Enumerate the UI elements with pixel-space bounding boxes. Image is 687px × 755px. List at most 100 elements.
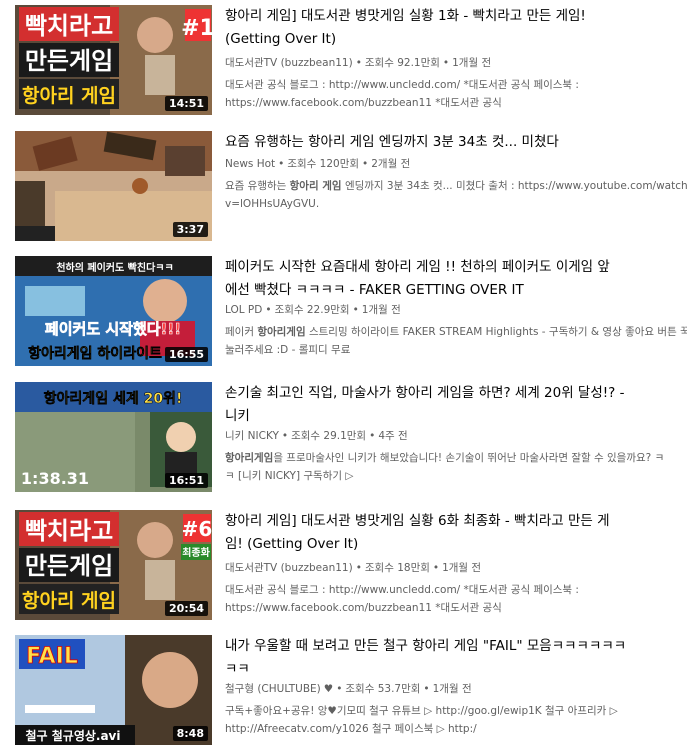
video-thumbnail[interactable]: 항아리게임 세계 20위! 1:38.31 16:51 (15, 382, 212, 492)
channel-name[interactable]: LOL PD (225, 304, 262, 316)
view-count: 조회수 120만회 (287, 158, 360, 170)
video-title-line-2[interactable]: ㅋㅋ (225, 661, 250, 677)
description-highlight: 항아리게임 (225, 452, 274, 464)
meta-separator: • (442, 57, 450, 69)
video-result-item[interactable]: 3:37 요즘 유행하는 항아리 게임 엔딩까지 3분 34초 컷... 미쳤다… (0, 131, 687, 243)
channel-name[interactable]: 철구형 (CHULTUBE) (225, 683, 321, 695)
view-count: 조회수 92.1만회 (364, 57, 440, 69)
channel-name[interactable]: 대도서관TV (buzzbean11) (225, 562, 353, 574)
thumb-text-1: 페이커도 시작했다!!! (45, 320, 181, 338)
description-line-2: https://www.facebook.com/buzzbean11 *대도서… (225, 97, 502, 109)
video-results-list: 빡치라고 만든게임 항아리 게임 #1 14:51 항아리 게임] 대도서관 병… (0, 0, 687, 755)
video-thumbnail[interactable]: 천하의 페이커도 빡친다ㅋㅋ 페이커도 시작했다!!! 항아리게임 하이라이트 … (15, 256, 212, 366)
description-line-2: 눌러주세요 :D - 롤피디 무료 (225, 344, 351, 356)
video-description: 항아리게임을 프로마술사인 니키가 해보았습니다! 손기술이 뛰어난 마술사라면… (225, 449, 687, 485)
video-title-line-1[interactable]: 손기술 최고인 직업, 마술사가 항아리 게임을 하면? 세계 20위 달성!?… (225, 385, 625, 401)
thumb-text-2: 만든게임 (25, 552, 113, 580)
video-result-item[interactable]: 천하의 페이커도 빡친다ㅋㅋ 페이커도 시작했다!!! 항아리게임 하이라이트 … (0, 256, 687, 368)
description-text: 요즘 유행하는 (225, 180, 290, 192)
thumb-text-3: 항아리 게임 (22, 85, 116, 107)
video-duration: 16:55 (164, 347, 208, 362)
video-title[interactable]: 페이커도 시작한 요즘대세 항아리 게임 !! 천하의 페이커도 이게임 앞 에… (225, 256, 687, 302)
video-result-item[interactable]: 빡치라고 만든게임 항아리 게임 #6 최종화 20:54 항아리 게임] 대도… (0, 510, 687, 622)
video-description: 구독+좋아요+공유! 앙♥기모띠 철구 유튜브 ▷ http://goo.gl/… (225, 702, 687, 738)
thumb-text-1: FAIL (26, 644, 78, 669)
video-result-item[interactable]: FAIL 철구 철규영상.avi 8:48 내가 우울할 때 보려고 만든 철구… (0, 635, 687, 747)
video-duration: 8:48 (172, 726, 208, 741)
video-info: 항아리 게임] 대도서관 병맛게임 실황 1화 - 빡치라고 만든 게임! (G… (225, 5, 687, 112)
video-info: 내가 우울할 때 보려고 만든 철구 항아리 게임 "FAIL" 모음ㅋㅋㅋㅋㅋ… (225, 635, 687, 738)
video-meta: News Hot • 조회수 120만회 • 2개월 전 (225, 156, 687, 172)
video-meta: 철구형 (CHULTUBE) ♥ • 조회수 53.7만회 • 1개월 전 (225, 681, 687, 697)
thumb-text-1: 빡치라고 (25, 517, 113, 545)
video-title-line-2[interactable]: 에선 빡쳤다 ㅋㅋㅋㅋ - FAKER GETTING OVER IT (225, 282, 524, 298)
description-line-1: 대도서관 공식 블로그 : http://www.uncledd.com/ *대… (225, 584, 579, 596)
video-title-line-2[interactable]: 임! (Getting Over It) (225, 536, 358, 552)
upload-age: 4주 전 (378, 430, 408, 442)
video-title-line-1[interactable]: 항아리 게임] 대도서관 병맛게임 실황 6화 최종화 - 빡치라고 만든 게 (225, 513, 610, 529)
meta-separator: • (432, 562, 440, 574)
meta-separator: • (336, 683, 343, 695)
upload-age: 2개월 전 (371, 158, 411, 170)
meta-separator: • (423, 683, 430, 695)
video-thumbnail[interactable]: 빡치라고 만든게임 항아리 게임 #6 최종화 20:54 (15, 510, 212, 620)
video-title-line-1[interactable]: 항아리 게임] 대도서관 병맛게임 실황 1화 - 빡치라고 만든 게임! (225, 8, 586, 24)
video-meta: LOL PD • 조회수 22.9만회 • 1개월 전 (225, 302, 687, 318)
meta-separator: • (355, 562, 362, 574)
video-title[interactable]: 요즘 유행하는 항아리 게임 엔딩까지 3분 34초 컷... 미쳤다 (225, 131, 687, 154)
video-title-line-2[interactable]: (Getting Over It) (225, 31, 336, 47)
video-result-item[interactable]: 항아리게임 세계 20위! 1:38.31 16:51 손기술 최고인 직업, … (0, 382, 687, 494)
thumb-text-2: 항아리게임 하이라이트 (28, 345, 162, 362)
video-title-line-1[interactable]: 요즘 유행하는 항아리 게임 엔딩까지 3분 34초 컷... 미쳤다 (225, 134, 559, 150)
video-thumbnail[interactable]: FAIL 철구 철규영상.avi 8:48 (15, 635, 212, 745)
channel-name[interactable]: News Hot (225, 158, 275, 170)
description-highlight: 항아리 게임 (289, 180, 342, 192)
thumb-timer: 1:38.31 (21, 469, 89, 488)
description-highlight: 항아리게임 (257, 326, 306, 338)
thumb-text-3: 항아리 게임 (22, 590, 116, 612)
thumb-text-1: 항아리게임 세계 20위! (44, 390, 183, 407)
video-title-line-1[interactable]: 페이커도 시작한 요즘대세 항아리 게임 !! 천하의 페이커도 이게임 앞 (225, 259, 610, 275)
thumb-text-top: 천하의 페이커도 빡친다ㅋㅋ (56, 261, 173, 274)
verified-icon: ♥ (323, 683, 334, 695)
description-line-2: v=lOHHsUAyGVU. (225, 198, 320, 210)
video-description: 대도서관 공식 블로그 : http://www.uncledd.com/ *대… (225, 76, 687, 112)
video-duration: 20:54 (164, 601, 208, 616)
video-description: 페이커 항아리게임 스트리밍 하이라이트 FAKER STREAM Highli… (225, 323, 687, 359)
video-info: 항아리 게임] 대도서관 병맛게임 실황 6화 최종화 - 빡치라고 만든 게 … (225, 510, 687, 617)
video-title[interactable]: 항아리 게임] 대도서관 병맛게임 실황 1화 - 빡치라고 만든 게임! (G… (225, 5, 687, 51)
view-count: 조회수 53.7만회 (345, 683, 421, 695)
video-meta: 니키 NICKY • 조회수 29.1만회 • 4주 전 (225, 428, 687, 444)
description-line-2: http://Afreecatv.com/y1026 철구 페이스북 ▷ htt… (225, 723, 477, 735)
description-text: 엔딩까지 3분 34초 컷... 미쳤다 출처 : https://www.yo… (341, 180, 687, 192)
thumb-text-2: 만든게임 (25, 47, 113, 75)
video-result-item[interactable]: 빡치라고 만든게임 항아리 게임 #1 14:51 항아리 게임] 대도서관 병… (0, 5, 687, 117)
upload-age: 1개월 전 (452, 57, 492, 69)
description-text: 을 프로마술사인 니키가 해보았습니다! 손기술이 뛰어난 마술사라면 잘할 수… (273, 452, 665, 464)
thumb-badge: #1 (181, 16, 212, 41)
view-count: 조회수 29.1만회 (291, 430, 367, 442)
upload-age: 1개월 전 (361, 304, 401, 316)
meta-separator: • (369, 430, 376, 442)
video-title[interactable]: 손기술 최고인 직업, 마술사가 항아리 게임을 하면? 세계 20위 달성!?… (225, 382, 687, 428)
channel-name[interactable]: 대도서관TV (buzzbean11) (225, 57, 353, 69)
video-title[interactable]: 내가 우울할 때 보려고 만든 철구 항아리 게임 "FAIL" 모음ㅋㅋㅋㅋㅋ… (225, 635, 687, 681)
video-info: 요즘 유행하는 항아리 게임 엔딩까지 3분 34초 컷... 미쳤다 News… (225, 131, 687, 213)
thumb-badge: #6 (182, 517, 212, 541)
meta-separator: • (265, 304, 272, 316)
video-title-line-1[interactable]: 내가 우울할 때 보려고 만든 철구 항아리 게임 "FAIL" 모음ㅋㅋㅋㅋㅋ… (225, 638, 626, 654)
video-duration: 14:51 (164, 96, 208, 111)
video-thumbnail[interactable]: 빡치라고 만든게임 항아리 게임 #1 14:51 (15, 5, 212, 115)
meta-separator: • (352, 304, 359, 316)
video-thumbnail[interactable]: 3:37 (15, 131, 212, 241)
channel-name[interactable]: 니키 NICKY (225, 430, 279, 442)
description-line-2: ㅋ [니키 NICKY] 구독하기 ▷ (225, 470, 354, 482)
view-count: 조회수 18만회 (364, 562, 430, 574)
video-title-line-2[interactable]: 니키 (225, 408, 250, 424)
video-title[interactable]: 항아리 게임] 대도서관 병맛게임 실황 6화 최종화 - 빡치라고 만든 게 … (225, 510, 687, 556)
video-info: 페이커도 시작한 요즘대세 항아리 게임 !! 천하의 페이커도 이게임 앞 에… (225, 256, 687, 359)
description-line-2: https://www.facebook.com/buzzbean11 *대도서… (225, 602, 502, 614)
meta-separator: • (281, 430, 289, 442)
description-line-1: 구독+좋아요+공유! 앙♥기모띠 철구 유튜브 ▷ http://goo.gl/… (225, 705, 618, 717)
video-meta: 대도서관TV (buzzbean11) • 조회수 18만회 • 1개월 전 (225, 560, 687, 576)
